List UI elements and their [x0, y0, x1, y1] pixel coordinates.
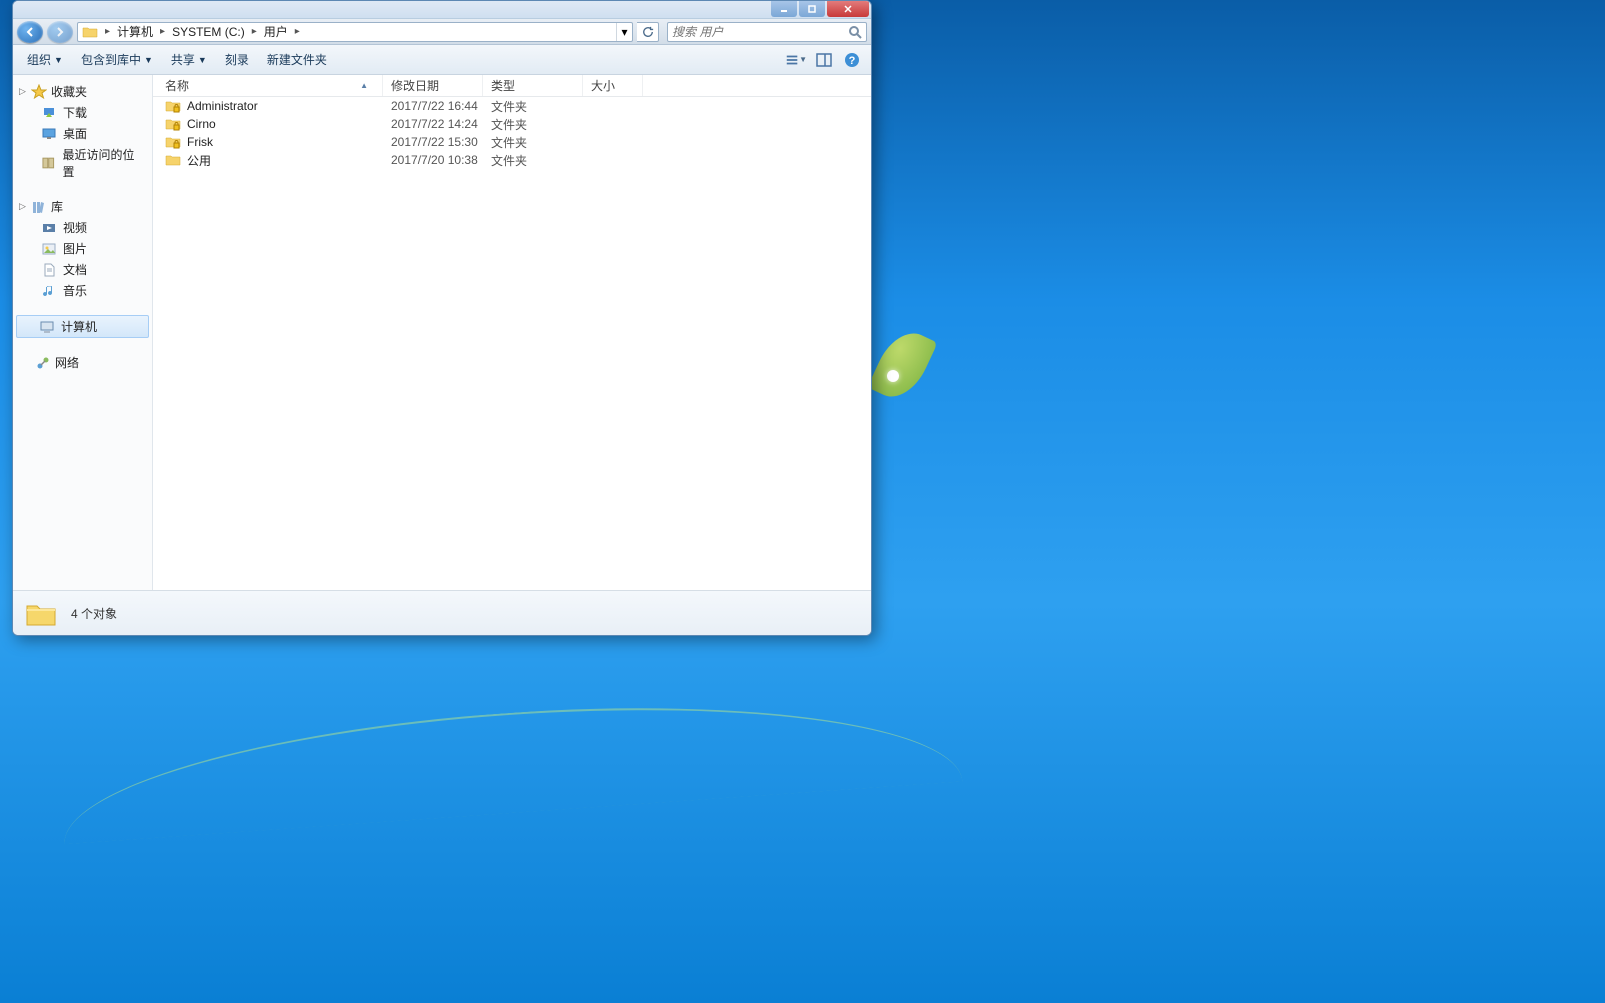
- folder-icon: [23, 596, 59, 632]
- column-header-name[interactable]: 名称▲: [153, 75, 383, 96]
- organize-menu[interactable]: 组织▼: [21, 48, 69, 71]
- status-bar: 4 个对象: [13, 590, 871, 636]
- breadcrumb-folder[interactable]: 用户: [260, 23, 292, 41]
- video-icon: [41, 220, 57, 236]
- collapse-icon: ▷: [19, 201, 26, 212]
- sidebar-item-recent[interactable]: 最近访问的位置: [13, 144, 152, 182]
- include-in-library-menu[interactable]: 包含到库中▼: [75, 48, 159, 71]
- minimize-button[interactable]: [771, 1, 797, 17]
- column-header-type[interactable]: 类型: [483, 75, 583, 96]
- preview-pane-button[interactable]: [813, 49, 835, 71]
- explorer-window: ▸ 计算机 ▸ SYSTEM (C:) ▸ 用户 ▸ ▾ 组织▼ 包含到库中▼ …: [12, 0, 872, 636]
- file-row[interactable]: Administrator 2017/7/22 16:44文件夹: [153, 97, 871, 115]
- column-header-date[interactable]: 修改日期: [383, 75, 483, 96]
- file-list: 名称▲ 修改日期 类型 大小 Administrator 2017/7/22 16…: [153, 75, 871, 590]
- music-icon: [41, 283, 57, 299]
- breadcrumb-drive[interactable]: SYSTEM (C:): [168, 23, 249, 41]
- maximize-button[interactable]: [799, 1, 825, 17]
- sidebar-item-downloads[interactable]: 下载: [13, 102, 152, 123]
- network-icon: [35, 355, 51, 371]
- chevron-right-icon[interactable]: ▸: [102, 26, 113, 37]
- chevron-right-icon[interactable]: ▸: [292, 26, 303, 37]
- breadcrumb-computer[interactable]: 计算机: [113, 23, 157, 41]
- library-icon: [31, 199, 47, 215]
- search-icon: [848, 25, 862, 39]
- share-menu[interactable]: 共享▼: [165, 48, 213, 71]
- search-input[interactable]: [672, 25, 848, 39]
- file-date: 2017/7/20 10:38: [383, 153, 483, 167]
- libraries-group[interactable]: ▷库: [13, 196, 152, 217]
- address-dropdown[interactable]: ▾: [616, 23, 632, 41]
- status-text: 4 个对象: [71, 605, 117, 622]
- chevron-right-icon[interactable]: ▸: [249, 26, 260, 37]
- chevron-down-icon: ▼: [54, 55, 63, 65]
- sidebar-item-computer[interactable]: 计算机: [16, 315, 149, 338]
- burn-button[interactable]: 刻录: [219, 48, 255, 71]
- titlebar[interactable]: [13, 1, 871, 19]
- favorites-group[interactable]: ▷收藏夹: [13, 81, 152, 102]
- file-name: Cirno: [187, 117, 216, 131]
- nav-forward-button[interactable]: [47, 21, 73, 43]
- view-mode-button[interactable]: ▼: [785, 49, 807, 71]
- chevron-down-icon: ▼: [799, 55, 807, 64]
- network-group[interactable]: 网络: [13, 352, 152, 373]
- sidebar-item-music[interactable]: 音乐: [13, 280, 152, 301]
- sidebar-item-desktop[interactable]: 桌面: [13, 123, 152, 144]
- refresh-button[interactable]: [637, 22, 659, 42]
- column-header-size[interactable]: 大小: [583, 75, 643, 96]
- file-row[interactable]: Frisk 2017/7/22 15:30文件夹: [153, 133, 871, 151]
- file-name: 公用: [187, 152, 211, 169]
- document-icon: [41, 262, 57, 278]
- toolbar: 组织▼ 包含到库中▼ 共享▼ 刻录 新建文件夹 ▼ ?: [13, 45, 871, 75]
- sidebar-item-pictures[interactable]: 图片: [13, 238, 152, 259]
- file-type: 文件夹: [483, 134, 583, 151]
- folder-icon: [165, 98, 181, 114]
- chevron-down-icon: ▼: [198, 55, 207, 65]
- folder-icon: [165, 152, 181, 168]
- recent-icon: [41, 155, 57, 171]
- nav-bar: ▸ 计算机 ▸ SYSTEM (C:) ▸ 用户 ▸ ▾: [13, 19, 871, 45]
- help-button[interactable]: ?: [841, 49, 863, 71]
- chevron-right-icon[interactable]: ▸: [157, 26, 168, 37]
- download-icon: [41, 105, 57, 121]
- folder-icon: [82, 24, 98, 40]
- star-icon: [31, 84, 47, 100]
- picture-icon: [41, 241, 57, 257]
- svg-text:?: ?: [849, 55, 856, 67]
- sort-asc-icon: ▲: [360, 81, 374, 90]
- file-row[interactable]: Cirno 2017/7/22 14:24文件夹: [153, 115, 871, 133]
- file-name: Administrator: [187, 99, 258, 113]
- file-type: 文件夹: [483, 152, 583, 169]
- file-date: 2017/7/22 16:44: [383, 99, 483, 113]
- file-name: Frisk: [187, 135, 213, 149]
- folder-icon: [165, 134, 181, 150]
- new-folder-button[interactable]: 新建文件夹: [261, 48, 333, 71]
- close-button[interactable]: [827, 1, 869, 17]
- navigation-pane: ▷收藏夹 下载 桌面 最近访问的位置 ▷库 视频 图片 文档 音乐 计算机 网络: [13, 75, 153, 590]
- desktop-icon: [41, 126, 57, 142]
- sidebar-item-videos[interactable]: 视频: [13, 217, 152, 238]
- column-headers: 名称▲ 修改日期 类型 大小: [153, 75, 871, 97]
- computer-icon: [39, 319, 55, 335]
- search-box[interactable]: [667, 22, 867, 42]
- file-type: 文件夹: [483, 116, 583, 133]
- address-bar[interactable]: ▸ 计算机 ▸ SYSTEM (C:) ▸ 用户 ▸ ▾: [77, 22, 633, 42]
- file-row[interactable]: 公用 2017/7/20 10:38文件夹: [153, 151, 871, 169]
- collapse-icon: ▷: [19, 86, 26, 97]
- sidebar-item-documents[interactable]: 文档: [13, 259, 152, 280]
- file-date: 2017/7/22 14:24: [383, 117, 483, 131]
- chevron-down-icon: ▼: [144, 55, 153, 65]
- nav-back-button[interactable]: [17, 21, 43, 43]
- folder-icon: [165, 116, 181, 132]
- file-date: 2017/7/22 15:30: [383, 135, 483, 149]
- file-type: 文件夹: [483, 98, 583, 115]
